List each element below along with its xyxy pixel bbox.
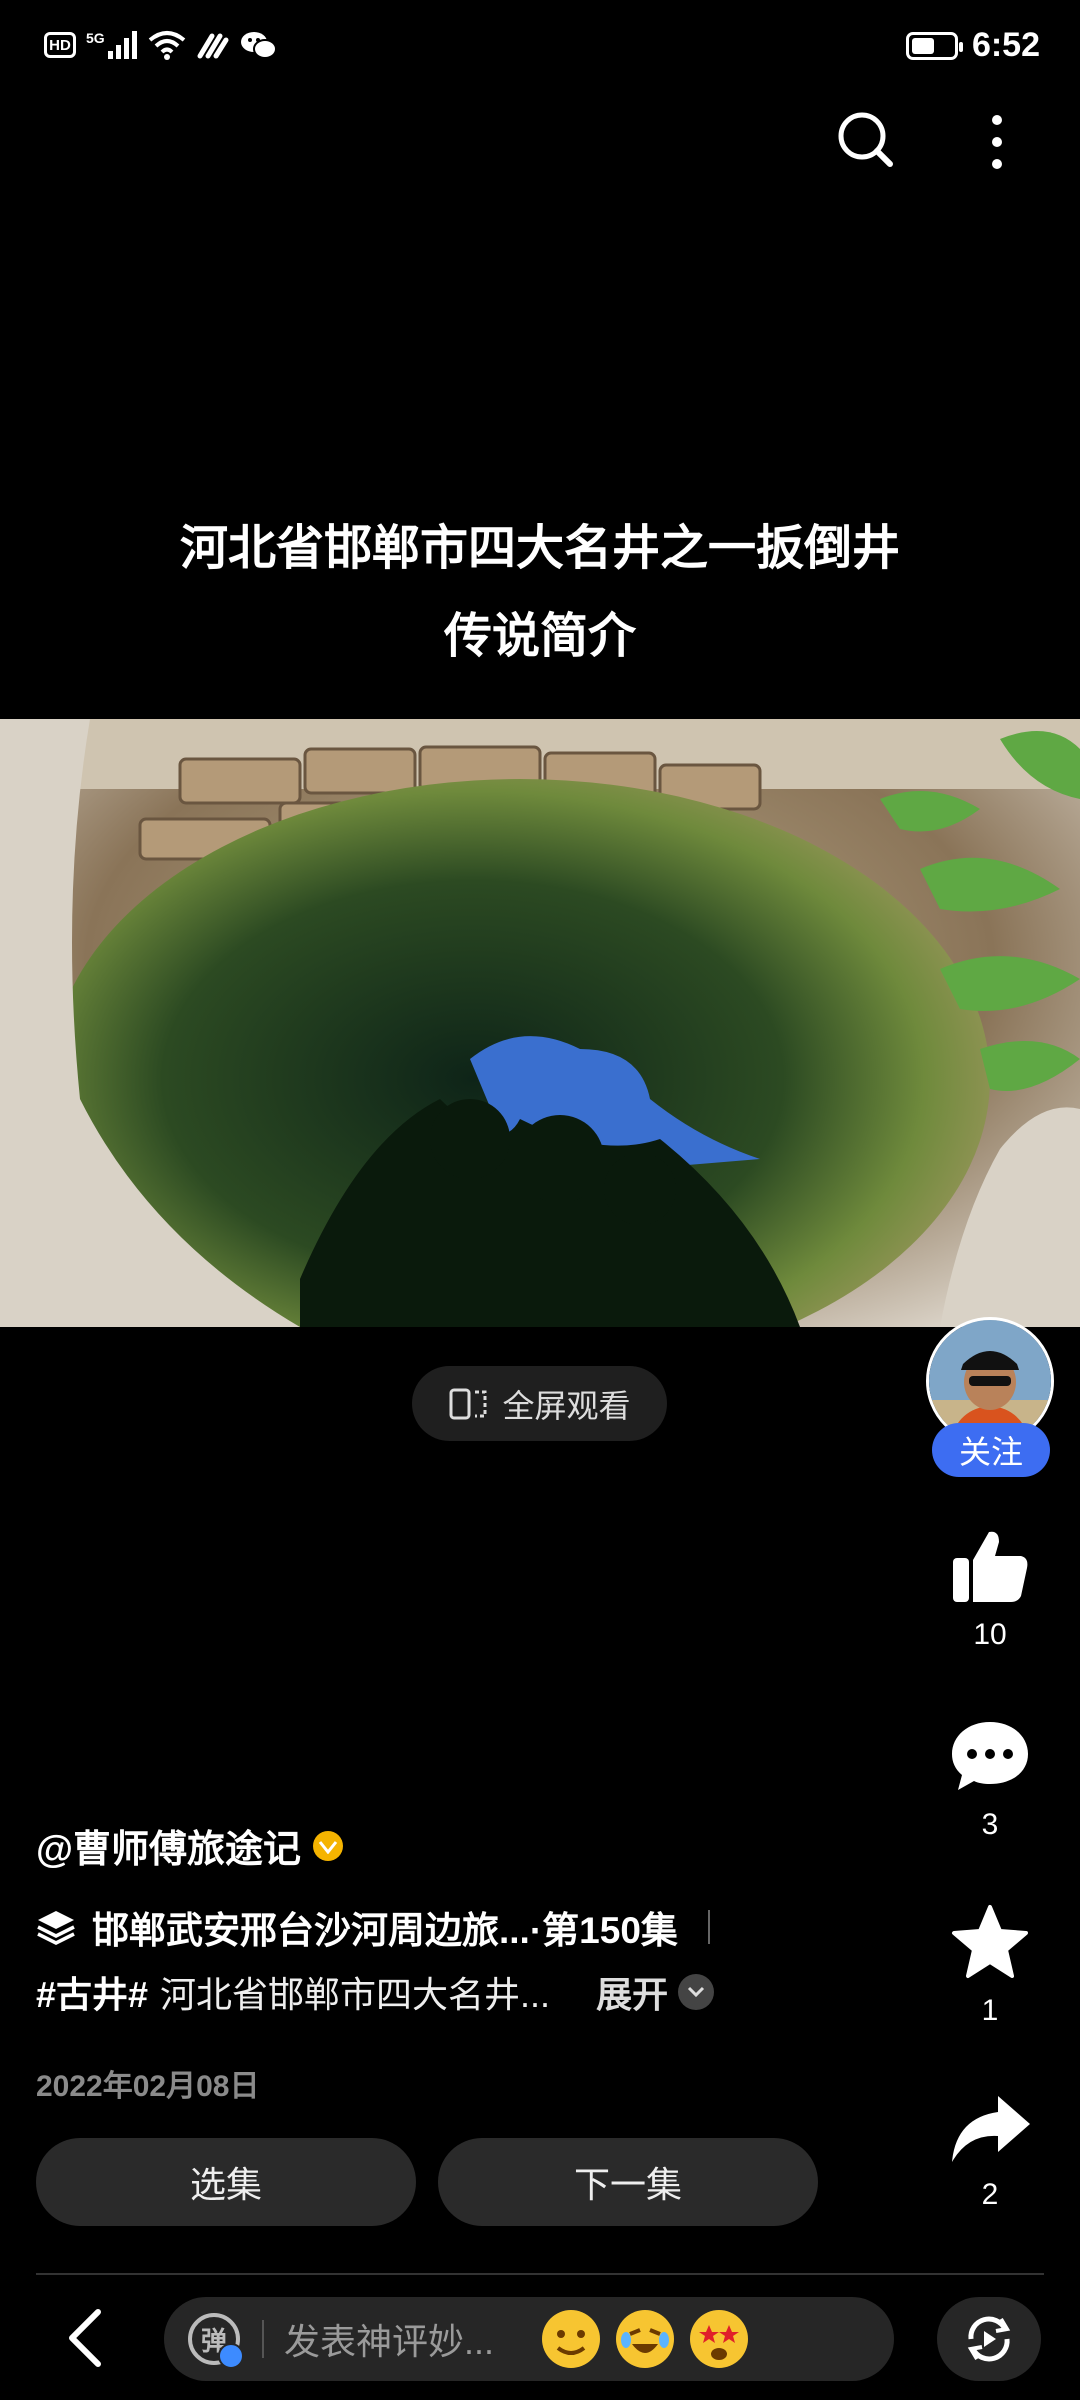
danmu-toggle-icon[interactable]: 弹 xyxy=(188,2313,244,2369)
status-bar: HD 5G 6:52 xyxy=(0,0,1080,100)
collection-label[interactable]: 邯郸武安邢台沙河周边旅...·第150集 xyxy=(92,1900,678,1954)
clock: 6:52 xyxy=(971,26,1040,64)
bottom-divider xyxy=(36,2273,1044,2275)
more-options-button[interactable] xyxy=(975,110,1019,174)
like-button[interactable]: 10 xyxy=(930,1528,1050,1652)
battery-icon xyxy=(905,31,963,60)
next-episode-button[interactable]: 下一集 xyxy=(438,2138,818,2226)
thumbs-up-icon xyxy=(953,1531,1028,1602)
search-button[interactable] xyxy=(836,110,896,170)
wifi-icon xyxy=(148,31,185,60)
status-icons-right: 6:52 xyxy=(905,26,1040,65)
favorite-count: 1 xyxy=(981,1994,999,2027)
share-arrow-icon xyxy=(952,2096,1030,2162)
rotate-play-icon xyxy=(967,2316,1011,2362)
screen-rotate-button[interactable] xyxy=(937,2297,1041,2381)
star-icon xyxy=(952,1905,1028,1978)
author-name-row[interactable]: @曹师傅旅途记 xyxy=(36,1818,344,1873)
chevron-down-icon xyxy=(678,1974,715,2010)
share-count: 2 xyxy=(981,2178,999,2211)
fullscreen-label: 全屏观看 xyxy=(502,1387,631,1424)
laugh-cry-emoji-icon[interactable] xyxy=(616,2310,675,2368)
comment-bubble-icon xyxy=(952,1722,1028,1790)
follow-button[interactable]: 关注 xyxy=(932,1423,1050,1477)
hashtag-link[interactable]: #古井# xyxy=(36,1966,148,2018)
like-count: 10 xyxy=(973,1618,1007,1651)
comment-input[interactable]: 发表神评妙... xyxy=(284,2313,494,2365)
video-title-line-1: 河北省邯郸市四大名井之一扳倒井 xyxy=(179,522,900,575)
comment-count: 3 xyxy=(981,1808,999,1841)
danmu-on-badge xyxy=(218,2343,244,2369)
favorite-button[interactable]: 1 xyxy=(930,1904,1050,2028)
expand-button[interactable]: 展开 xyxy=(596,1966,715,2018)
battery-level xyxy=(911,37,934,54)
comment-bar-divider xyxy=(262,2320,264,2358)
star-eyes-emoji-icon[interactable] xyxy=(690,2310,749,2368)
share-button[interactable]: 2 xyxy=(930,2094,1050,2212)
wechat-icon xyxy=(240,32,277,59)
author-name[interactable]: @曹师傅旅途记 xyxy=(36,1818,301,1873)
comment-input-bar[interactable]: 弹 发表神评妙... xyxy=(164,2297,894,2381)
video-frame-image xyxy=(0,719,1080,1327)
smirk-emoji-icon[interactable] xyxy=(542,2310,601,2368)
comment-button[interactable]: 3 xyxy=(930,1718,1050,1842)
search-icon xyxy=(838,112,893,167)
video-title-line-2: 传说简介 xyxy=(443,610,636,663)
network-label: 5G xyxy=(86,30,105,46)
back-button[interactable] xyxy=(60,2306,114,2370)
layers-icon xyxy=(37,1911,75,1945)
expand-label: 展开 xyxy=(596,1974,669,2015)
more-vertical-icon xyxy=(992,115,1002,169)
signal-icon: 5G xyxy=(86,31,138,59)
collection-divider xyxy=(707,1910,710,1944)
data-saver-icon xyxy=(197,33,229,59)
status-icons-left: HD 5G xyxy=(44,30,278,60)
episodes-button[interactable]: 选集 xyxy=(36,2138,416,2226)
video-player[interactable] xyxy=(0,719,1080,1327)
video-title: 河北省邯郸市四大名井之一扳倒井 传说简介 xyxy=(0,505,1080,681)
fullscreen-button[interactable]: 全屏观看 xyxy=(412,1366,667,1441)
collection-row[interactable]: 邯郸武安邢台沙河周边旅...·第150集 xyxy=(36,1900,710,1954)
description-text: 河北省邯郸市四大名井... xyxy=(160,1974,551,2015)
hd-icon: HD xyxy=(44,32,76,58)
chevron-left-icon xyxy=(69,2309,101,2367)
post-date: 2022年02月08日 xyxy=(36,2070,260,2103)
description-row: #古井# 河北省邯郸市四大名井... 展开 xyxy=(36,1966,715,2018)
fullscreen-rotate-icon xyxy=(449,1388,487,1419)
verified-badge-icon xyxy=(313,1830,344,1861)
